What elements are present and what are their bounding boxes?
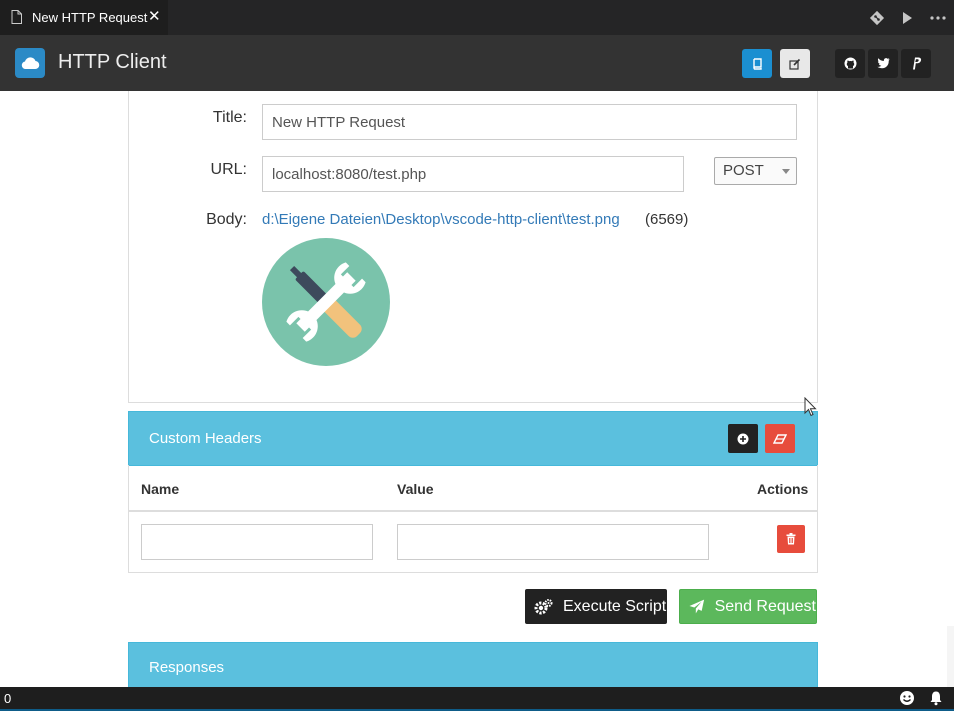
- custom-headers-title: Custom Headers: [149, 430, 262, 447]
- eraser-icon: [773, 433, 787, 444]
- gears-icon: [534, 598, 553, 614]
- column-header-name: Name: [141, 481, 180, 497]
- column-header-value: Value: [397, 481, 434, 497]
- main-content: Title: URL: POST Body: d:\Eigene Dateien…: [0, 91, 947, 687]
- file-icon: [11, 10, 22, 24]
- paypal-button[interactable]: [901, 49, 931, 78]
- url-label: URL:: [210, 161, 247, 178]
- docs-button[interactable]: [742, 49, 772, 78]
- status-bar: 0: [0, 687, 954, 711]
- send-request-button[interactable]: Send Request: [679, 589, 817, 624]
- twitter-icon: [876, 58, 889, 69]
- tab-label: New HTTP Request: [32, 10, 148, 25]
- responses-header: Responses: [128, 642, 818, 687]
- paypal-icon: [913, 57, 922, 70]
- custom-headers-header: Custom Headers: [128, 411, 818, 466]
- delete-header-button[interactable]: [777, 525, 805, 553]
- title-input[interactable]: [262, 104, 797, 140]
- custom-headers-table: Name Value Actions: [128, 465, 818, 573]
- edit-button[interactable]: [780, 49, 810, 78]
- plus-circle-icon: [737, 433, 749, 444]
- table-divider: [129, 510, 817, 512]
- mouse-cursor-icon: [804, 397, 817, 417]
- responses-title: Responses: [149, 659, 225, 676]
- github-icon: [844, 57, 856, 70]
- run-icon[interactable]: [898, 9, 916, 27]
- cloud-icon: [21, 57, 40, 70]
- tools-icon: [262, 238, 390, 366]
- method-select-value: POST: [723, 162, 764, 179]
- git-compare-icon[interactable]: [868, 9, 886, 27]
- execute-script-button[interactable]: Execute Script: [525, 589, 667, 624]
- url-input[interactable]: [262, 156, 684, 192]
- clear-headers-button[interactable]: [765, 424, 795, 453]
- add-header-button[interactable]: [728, 424, 758, 453]
- scrollbar[interactable]: [947, 91, 954, 687]
- header-value-input[interactable]: [397, 524, 709, 560]
- app-title: HTTP Client: [58, 51, 167, 73]
- editor-tab[interactable]: New HTTP Request ✕: [0, 0, 168, 35]
- app-header: HTTP Client: [0, 35, 954, 91]
- title-label: Title:: [212, 109, 247, 126]
- smiley-icon[interactable]: [899, 690, 915, 706]
- close-tab-icon[interactable]: ✕: [148, 8, 161, 26]
- body-label: Body:: [206, 211, 247, 228]
- chevron-down-icon: [782, 169, 790, 174]
- trash-icon: [786, 533, 796, 545]
- body-file-size: (6569): [645, 211, 689, 228]
- status-count[interactable]: 0: [4, 691, 11, 706]
- edit-icon: [789, 58, 801, 70]
- twitter-button[interactable]: [868, 49, 898, 78]
- scrollbar-thumb[interactable]: [947, 91, 954, 626]
- method-select[interactable]: POST: [714, 157, 797, 185]
- header-name-input[interactable]: [141, 524, 373, 560]
- editor-tab-bar: New HTTP Request ✕: [0, 0, 954, 35]
- github-button[interactable]: [835, 49, 865, 78]
- app-logo: [15, 48, 45, 78]
- send-request-label: Send Request: [714, 597, 816, 615]
- execute-script-label: Execute Script: [563, 597, 667, 615]
- paper-plane-icon: [689, 599, 705, 614]
- body-file-link[interactable]: d:\Eigene Dateien\Desktop\vscode-http-cl…: [262, 211, 620, 228]
- more-icon[interactable]: [929, 9, 947, 27]
- book-icon: [753, 57, 762, 70]
- column-header-actions: Actions: [757, 481, 809, 497]
- bell-icon[interactable]: [928, 690, 944, 706]
